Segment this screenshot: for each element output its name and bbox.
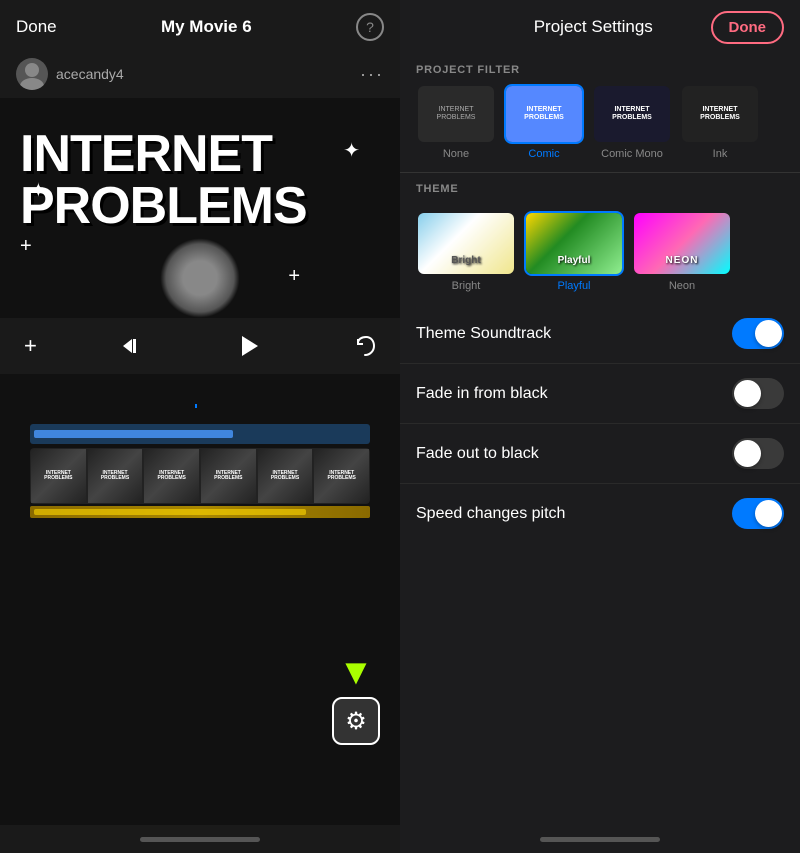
filter-none[interactable]: INTERNETPROBLEMS None [416,84,496,160]
filter-none-thumb: INTERNETPROBLEMS [416,84,496,144]
avatar [16,58,48,90]
setting-speed-pitch-label: Speed changes pitch [416,505,565,523]
film-frame: INTERNETPROBLEMS [30,448,87,504]
setting-theme-soundtrack: Theme Soundtrack [400,304,800,364]
theme-neon-label: Neon [669,280,695,292]
setting-fade-in: Fade in from black [400,364,800,424]
star-icon-2: ✦ [30,178,47,203]
filter-ink-label: Ink [713,148,728,160]
fade-in-toggle[interactable] [732,378,784,409]
play-button[interactable] [226,324,270,368]
star-icon-3: + [20,235,32,258]
theme-playful-label: Playful [557,280,590,292]
toggle-knob [755,500,782,527]
video-text: INTERNET PROBLEMS [20,128,307,232]
fade-out-toggle[interactable] [732,438,784,469]
theme-neon-thumb: NEON [632,211,732,276]
setting-fade-out: Fade out to black [400,424,800,484]
undo-button[interactable] [354,335,376,357]
user-row: acecandy4 [16,58,124,90]
film-frame: INTERNETPROBLEMS [257,448,314,504]
rewind-button[interactable] [121,335,143,357]
home-bar-right [540,837,660,842]
filter-comic-label: Comic [528,148,559,160]
toggle-knob [734,380,761,407]
add-clip-button[interactable]: + [24,333,37,359]
filter-comic-thumb: INTERNETPROBLEMS [504,84,584,144]
filter-ink-bg: INTERNETPROBLEMS [682,86,758,142]
theme-section-label: THEME [400,173,800,203]
done-button-right[interactable]: Done [711,11,785,44]
theme-bright-thumb: Bright [416,211,516,276]
music-track [30,506,370,518]
filter-comic-bg: INTERNETPROBLEMS [506,86,582,142]
filter-ink[interactable]: INTERNETPROBLEMS Ink [680,84,760,160]
left-sub-header: acecandy4 ··· [0,54,400,98]
star-icon-1: ✦ [343,138,360,163]
filter-ink-thumb: INTERNETPROBLEMS [680,84,760,144]
film-frame: INTERNETPROBLEMS [200,448,257,504]
settings-list: Theme Soundtrack Fade in from black Fade… [400,296,800,825]
setting-fade-in-label: Fade in from black [416,385,548,403]
more-button[interactable]: ··· [360,64,384,85]
username: acecandy4 [56,66,124,82]
filter-comic[interactable]: INTERNETPROBLEMS Comic [504,84,584,160]
right-panel-title: Project Settings [476,17,711,37]
theme-bright[interactable]: Bright Bright [416,211,516,292]
theme-playful-thumb: Playful [524,211,624,276]
film-frame: INTERNETPROBLEMS [143,448,200,504]
setting-speed-pitch: Speed changes pitch [400,484,800,543]
timeline-tracks: INTERNETPROBLEMS INTERNETPROBLEMS INTERN… [0,394,400,825]
home-bar [140,837,260,842]
filter-scroll: INTERNETPROBLEMS None INTERNETPROBLEMS C… [400,84,800,172]
settings-gear-button[interactable]: ⚙ [332,697,380,745]
person-silhouette [160,238,240,318]
film-frame: INTERNETPROBLEMS [87,448,144,504]
transport-bar: + [0,318,400,374]
done-button-left[interactable]: Done [16,17,57,37]
left-header: Done My Movie 6 ? [0,0,400,54]
toggle-knob [734,440,761,467]
right-panel: Project Settings Done PROJECT FILTER INT… [400,0,800,853]
movie-title: My Movie 6 [161,17,252,37]
theme-playful[interactable]: Playful Playful [524,211,624,292]
filter-mono-thumb: INTERNETPROBLEMS [592,84,672,144]
theme-playful-bg: Playful [526,213,622,274]
theme-bright-label: Bright [452,280,481,292]
theme-soundtrack-toggle[interactable] [732,318,784,349]
home-indicator-right [400,825,800,853]
audio-track [30,424,370,444]
theme-neon[interactable]: NEON Neon [632,211,732,292]
filter-none-label: None [443,148,469,160]
settings-arrow-area: ▼ ⚙ [332,651,380,745]
setting-theme-soundtrack-label: Theme Soundtrack [416,325,551,343]
film-frame: INTERNETPROBLEMS [313,448,370,504]
arrow-down-icon: ▼ [338,651,374,693]
timeline-cursor [195,404,197,408]
filter-mono-label: Comic Mono [601,148,663,160]
filter-none-bg: INTERNETPROBLEMS [418,86,494,142]
filter-comic-mono[interactable]: INTERNETPROBLEMS Comic Mono [592,84,672,160]
theme-neon-bg: NEON [634,213,730,274]
film-strip: INTERNETPROBLEMS INTERNETPROBLEMS INTERN… [30,448,370,504]
video-preview: INTERNET PROBLEMS ✦ ✦ + + [0,98,400,318]
help-button[interactable]: ? [356,13,384,41]
filter-section-label: PROJECT FILTER [400,54,800,84]
speed-pitch-toggle[interactable] [732,498,784,529]
right-header: Project Settings Done [400,0,800,54]
filter-mono-bg: INTERNETPROBLEMS [594,86,670,142]
left-panel: Done My Movie 6 ? acecandy4 ··· INTERNET… [0,0,400,853]
setting-fade-out-label: Fade out to black [416,445,539,463]
home-indicator-left [0,825,400,853]
toggle-knob [755,320,782,347]
theme-scroll: Bright Bright Playful Playful NEON Neon [400,203,800,296]
theme-bright-bg: Bright [418,213,514,274]
timeline-area: INTERNETPROBLEMS INTERNETPROBLEMS INTERN… [0,374,400,825]
star-icon-4: + [288,265,300,288]
